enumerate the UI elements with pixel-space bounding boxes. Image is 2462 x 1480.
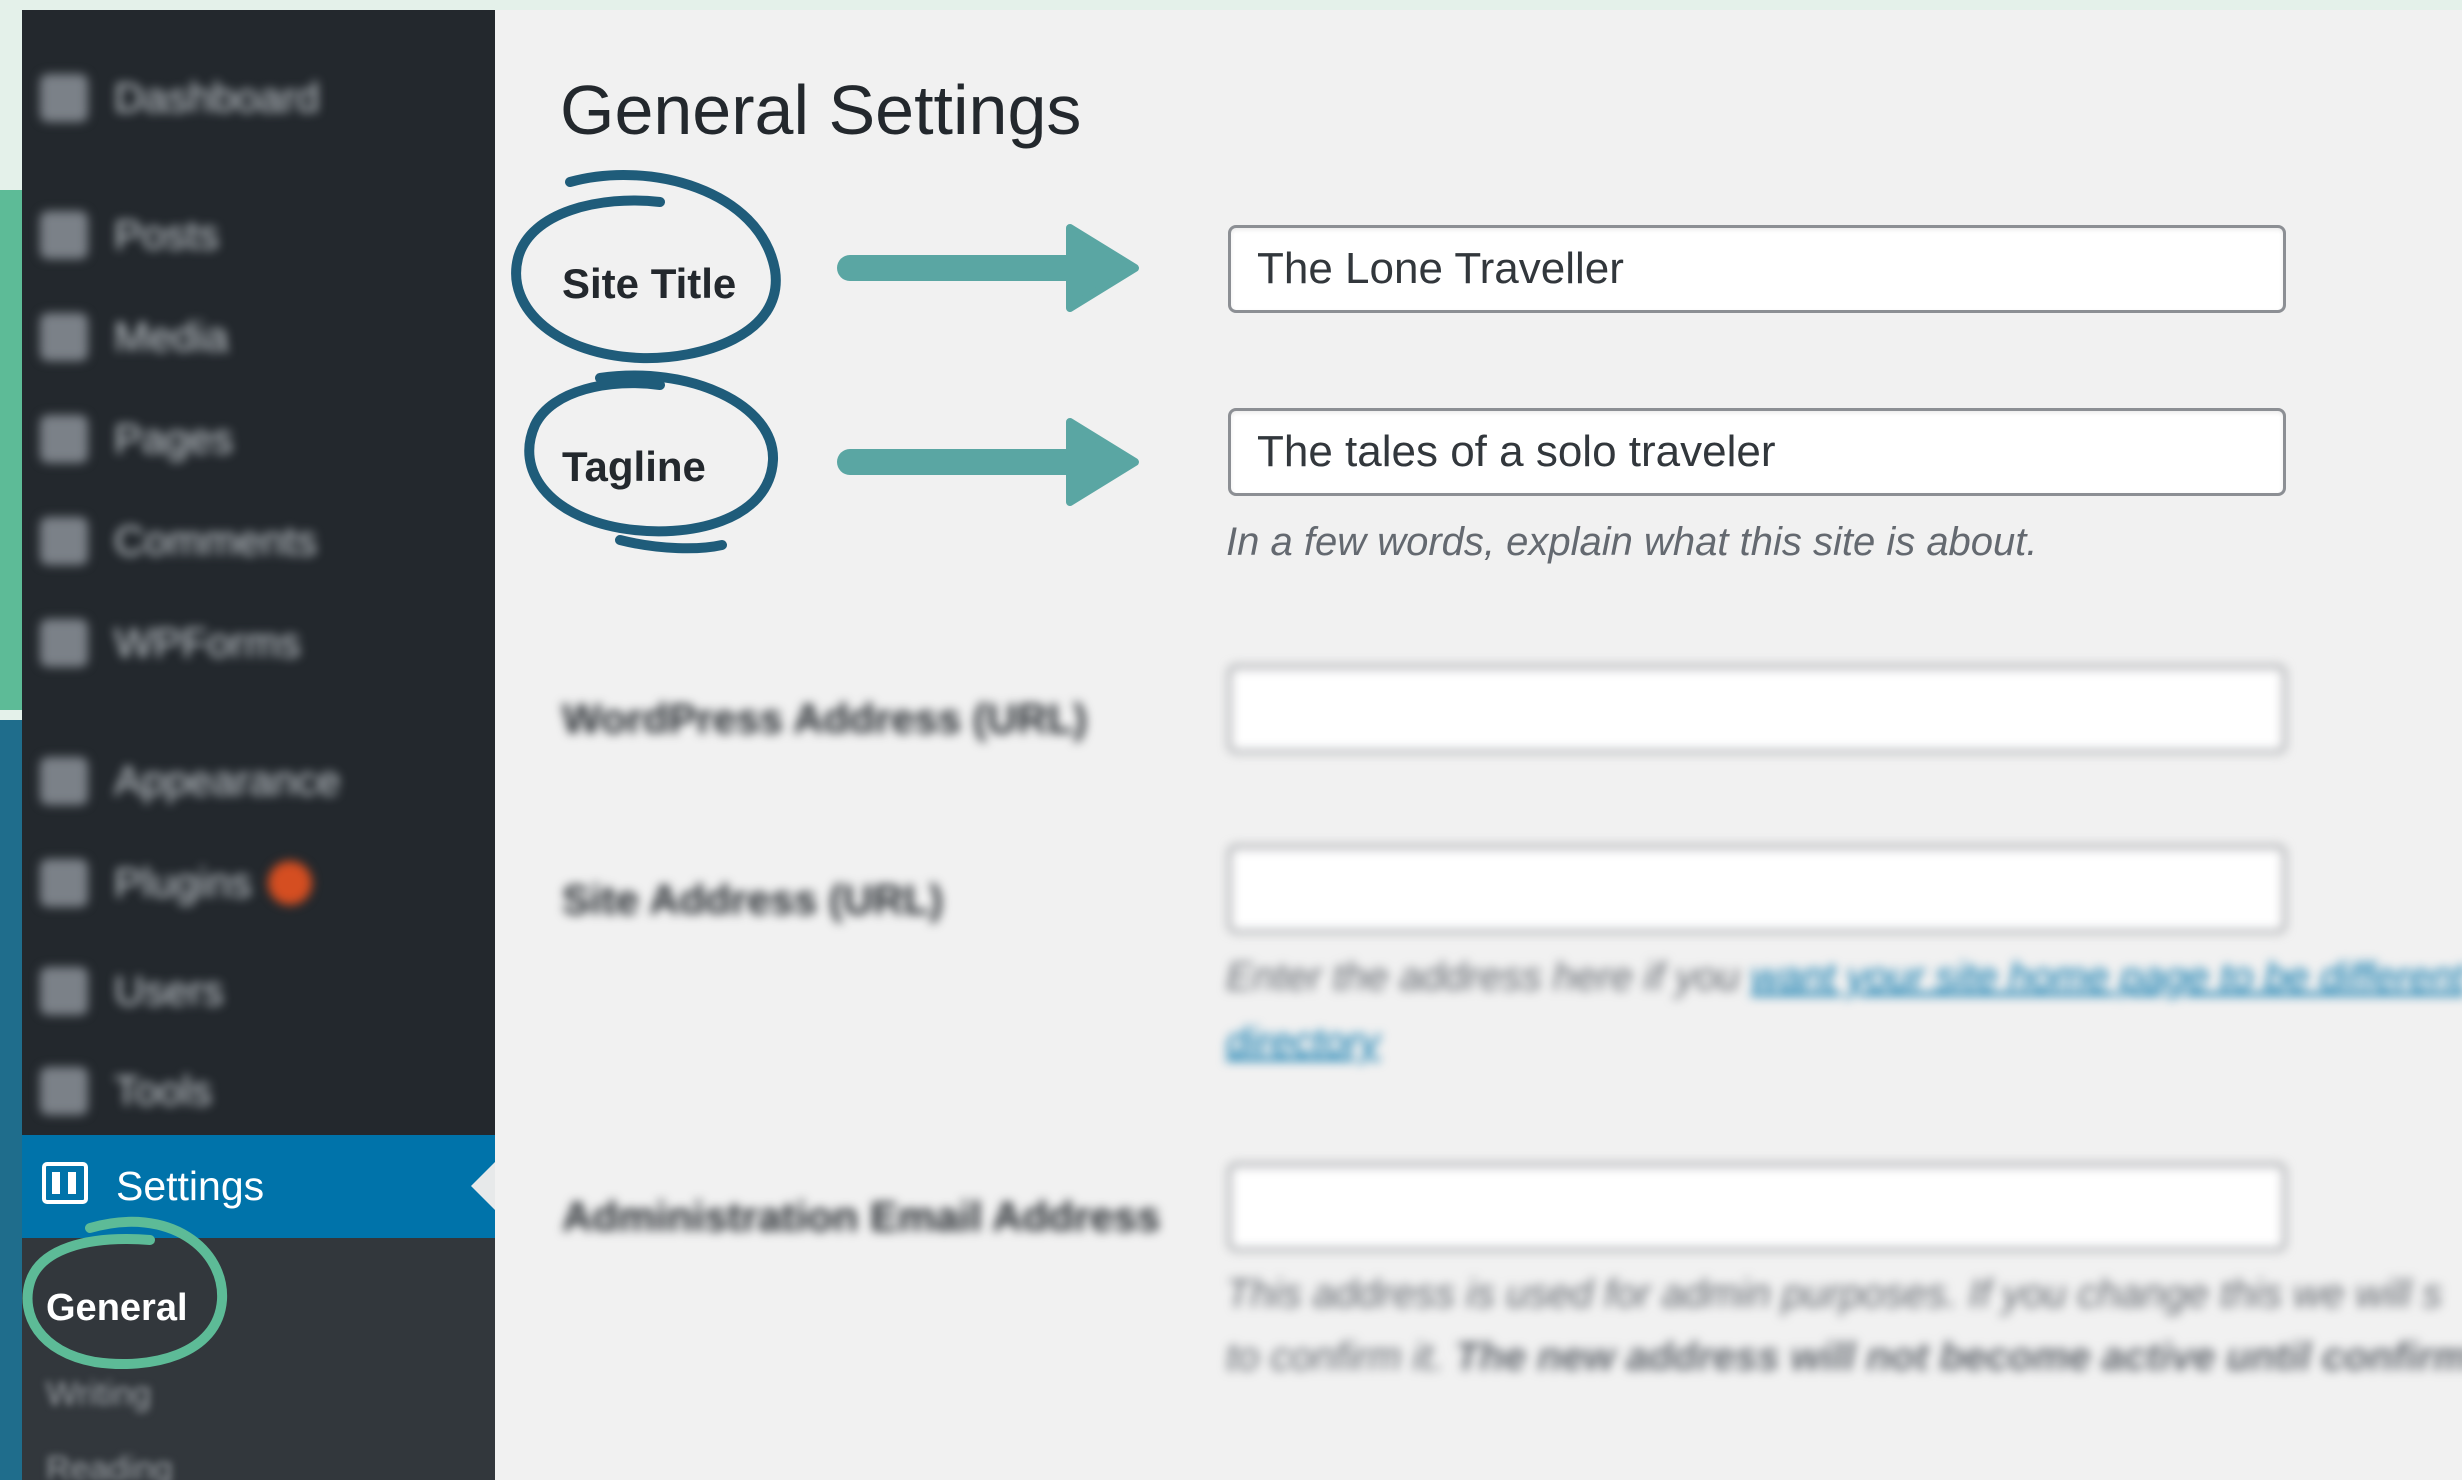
sidebar-item-label: WPForms bbox=[114, 619, 301, 666]
submenu-item-reading[interactable]: Reading bbox=[46, 1450, 173, 1480]
directory-link[interactable]: directory bbox=[1226, 1020, 1379, 1064]
wordpress-address-label: WordPress Address (URL) bbox=[562, 695, 1088, 742]
media-icon bbox=[40, 313, 88, 361]
admin-email-description-line2: to confirm it. The new address will not … bbox=[1226, 1335, 2462, 1380]
sidebar-item-posts[interactable]: Posts bbox=[22, 205, 495, 265]
update-count-badge bbox=[267, 861, 312, 905]
wordpress-address-input[interactable] bbox=[1228, 665, 2286, 753]
active-menu-pointer bbox=[471, 1162, 495, 1210]
brush-icon bbox=[40, 757, 88, 805]
submenu-item-writing[interactable]: Writing bbox=[46, 1375, 151, 1414]
admin-email-description: This address is used for admin purposes.… bbox=[1226, 1272, 2443, 1316]
site-address-help-link[interactable]: want your site home page to be different bbox=[1751, 955, 2462, 999]
pages-icon bbox=[40, 415, 88, 463]
page-title: General Settings bbox=[560, 71, 1082, 149]
sidebar-item-label: Tools bbox=[114, 1067, 213, 1114]
sidebar-item-plugins[interactable]: Plugins bbox=[22, 853, 495, 913]
sidebar-item-label: Media bbox=[114, 313, 229, 360]
sidebar-item-label: Pages bbox=[114, 415, 234, 462]
sidebar-item-media[interactable]: Media bbox=[22, 307, 495, 367]
plug-icon bbox=[40, 859, 88, 907]
site-address-label: Site Address (URL) bbox=[562, 876, 944, 923]
submenu-item-general[interactable]: General bbox=[46, 1287, 188, 1330]
sidebar-item-wpforms[interactable]: WPForms bbox=[22, 613, 495, 673]
sidebar-item-dashboard[interactable]: Dashboard bbox=[22, 68, 495, 128]
site-address-input[interactable] bbox=[1228, 845, 2286, 933]
site-address-description: Enter the address here if you want your … bbox=[1226, 955, 2462, 1000]
sidebar-item-pages[interactable]: Pages bbox=[22, 409, 495, 469]
site-title-label: Site Title bbox=[562, 260, 737, 307]
admin-sidebar: Dashboard Posts Media Pages Comments WPF… bbox=[22, 10, 495, 1480]
admin-email-hint-bold: The new address will not become active u… bbox=[1454, 1335, 2462, 1379]
settings-submenu bbox=[22, 1238, 495, 1480]
sidebar-item-label: Appearance bbox=[114, 757, 341, 804]
tagline-input[interactable] bbox=[1228, 408, 2286, 496]
settings-main: General Settings Site Title Tagline In a… bbox=[495, 10, 2462, 1480]
sidebar-item-tools[interactable]: Tools bbox=[22, 1061, 495, 1121]
form-icon bbox=[40, 619, 88, 667]
tagline-description: In a few words, explain what this site i… bbox=[1226, 520, 2038, 564]
pin-icon bbox=[40, 211, 88, 259]
settings-icon bbox=[42, 1161, 88, 1212]
sidebar-item-label: Plugins bbox=[114, 859, 252, 906]
sidebar-item-label: Posts bbox=[114, 211, 220, 258]
sidebar-item-appearance[interactable]: Appearance bbox=[22, 751, 495, 811]
site-address-hint-text: Enter the address here if you bbox=[1226, 955, 1740, 999]
wrench-icon bbox=[40, 1067, 88, 1115]
sidebar-item-comments[interactable]: Comments bbox=[22, 511, 495, 571]
admin-email-label: Administration Email Address bbox=[562, 1193, 1161, 1240]
admin-email-input[interactable] bbox=[1228, 1163, 2286, 1251]
sidebar-item-label: Dashboard bbox=[114, 74, 320, 121]
decorative-edge-green bbox=[0, 190, 22, 710]
site-title-input[interactable] bbox=[1228, 225, 2286, 313]
sidebar-item-settings[interactable]: Settings bbox=[22, 1135, 495, 1238]
site-address-hint-line2: directory bbox=[1226, 1020, 1379, 1065]
comment-icon bbox=[40, 517, 88, 565]
sidebar-item-label: Settings bbox=[116, 1163, 265, 1209]
settings-icon-svg bbox=[42, 1161, 88, 1204]
tagline-label: Tagline bbox=[562, 443, 706, 490]
sidebar-item-label: Comments bbox=[114, 517, 318, 564]
dashboard-icon bbox=[40, 74, 88, 122]
user-icon bbox=[40, 967, 88, 1015]
admin-email-hint-text: to confirm it. bbox=[1226, 1335, 1444, 1379]
sidebar-item-users[interactable]: Users bbox=[22, 961, 495, 1021]
decorative-edge-blue bbox=[0, 720, 22, 1480]
sidebar-item-label: Users bbox=[114, 967, 224, 1014]
